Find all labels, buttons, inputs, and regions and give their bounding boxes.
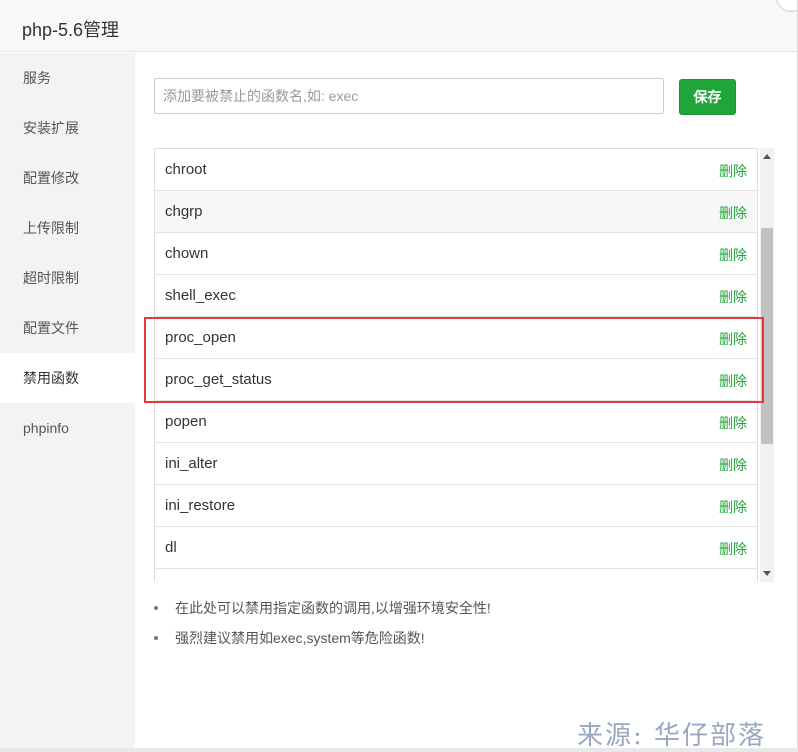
sidebar: 服务 安装扩展 配置修改 上传限制 超时限制 配置文件 禁用函数 phpinfo [0, 53, 135, 752]
watermark: 来源: 华仔部落 [577, 721, 767, 751]
function-name: shell_exec [165, 287, 236, 304]
help-tips: 在此处可以禁用指定函数的调用,以增强环境安全性! 强烈建议禁用如exec,syst… [135, 598, 775, 658]
function-list: chroot 删除 chgrp 删除 chown 删除 shell_exec 删除 proc_o… [154, 148, 758, 582]
sidebar-list: 服务 安装扩展 配置修改 上传限制 超时限制 配置文件 禁用函数 phpinfo [0, 53, 135, 453]
function-name: chown [165, 245, 209, 262]
sidebar-item-5[interactable]: 配置文件 [0, 303, 135, 353]
function-name: ini_restore [165, 497, 236, 514]
sidebar-item-7[interactable]: phpinfo [0, 403, 135, 453]
function-name-input[interactable] [154, 78, 664, 114]
function-name: proc_get_status [165, 371, 272, 388]
tip-text: 在此处可以禁用指定函数的调用,以增强环境安全性! [175, 600, 491, 616]
window-title: php-5.6管理 [22, 20, 120, 40]
delete-link[interactable]: 删除 [719, 287, 747, 307]
table-row: proc_open 删除 [155, 317, 757, 359]
function-name: dl [165, 539, 177, 556]
scroll-up-arrow-icon[interactable] [763, 154, 771, 159]
delete-link[interactable]: 删除 [719, 455, 747, 475]
delete-link[interactable]: 删除 [719, 581, 747, 582]
main-panel: 保存 chroot删除chgrp删除chown删除shell_exec删除pro… [135, 53, 797, 752]
bottom-border [0, 748, 798, 752]
sidebar-item-4[interactable]: 超时限制 [0, 253, 135, 303]
delete-link[interactable]: 删除 [719, 245, 747, 265]
function-name: chgrp [165, 203, 203, 220]
delete-link[interactable]: 删除 [719, 329, 747, 349]
table-row: chgrp 删除 [155, 191, 757, 233]
table-row: ini_alter 删除 [155, 443, 757, 485]
table-row: popen 删除 [155, 401, 757, 443]
list-scrollbar[interactable] [760, 148, 774, 582]
scrollbar-thumb[interactable] [761, 228, 773, 444]
function-name: proc_open [165, 329, 236, 346]
table-row: chroot 删除 [155, 149, 757, 191]
save-button[interactable]: 保存 [679, 79, 736, 115]
table-row: dl 删除 [155, 527, 757, 569]
delete-link[interactable]: 删除 [719, 497, 747, 517]
bullet-icon [154, 636, 158, 640]
table-row: proc_get_status 删除 [155, 359, 757, 401]
tip-text: 强烈建议禁用如exec,system等危险函数! [175, 630, 425, 646]
delete-link[interactable]: 删除 [719, 161, 747, 181]
sidebar-item-0[interactable]: 服务 [0, 53, 135, 103]
tip-item: 在此处可以禁用指定函数的调用,以增强环境安全性! [135, 598, 775, 628]
sidebar-item-6[interactable]: 禁用函数 [0, 353, 135, 403]
table-row: shell_exec 删除 [155, 275, 757, 317]
tip-item: 强烈建议禁用如exec,system等危险函数! [135, 628, 775, 658]
disabled-functions-table: chroot 删除 chgrp 删除 chown 删除 shell_exec 删除 proc_o… [154, 148, 774, 582]
delete-link[interactable]: 删除 [719, 203, 747, 223]
bullet-icon [154, 606, 158, 610]
delete-link[interactable]: 删除 [719, 413, 747, 433]
scroll-down-arrow-icon[interactable] [763, 571, 771, 576]
delete-link[interactable]: 删除 [719, 371, 747, 391]
function-name: ini_alter [165, 455, 218, 472]
function-name: popen [165, 413, 207, 430]
table-row: openlog 删除 [155, 569, 757, 582]
table-row: chown 删除 [155, 233, 757, 275]
sidebar-item-1[interactable]: 安装扩展 [0, 103, 135, 153]
function-name: openlog [165, 581, 218, 582]
delete-link[interactable]: 删除 [719, 539, 747, 559]
table-row: ini_restore 删除 [155, 485, 757, 527]
window-titlebar: php-5.6管理 [0, 0, 798, 52]
sidebar-item-2[interactable]: 配置修改 [0, 153, 135, 203]
function-name: chroot [165, 161, 207, 178]
sidebar-item-3[interactable]: 上传限制 [0, 203, 135, 253]
